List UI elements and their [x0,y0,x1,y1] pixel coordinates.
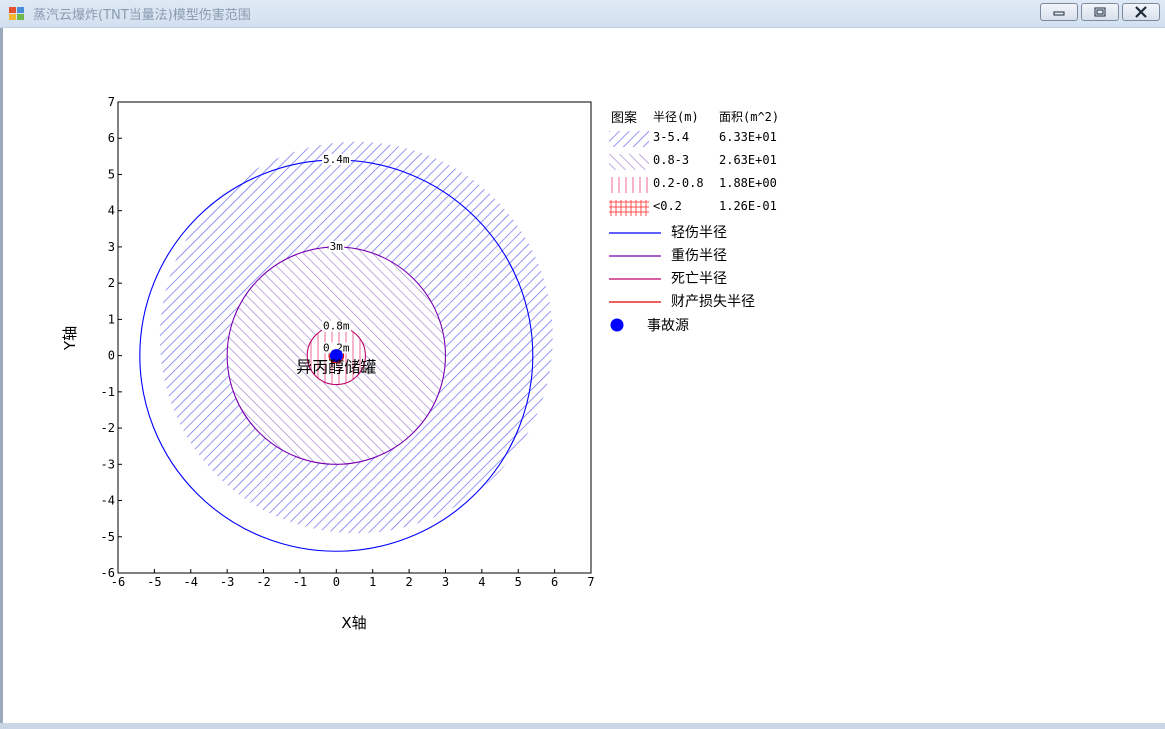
legend-zone-area: 1.26E-01 [719,199,777,213]
source-dot-icon [610,318,624,332]
x-tick-label: -2 [256,575,270,589]
y-tick-label: 0 [108,349,115,363]
y-tick-label: 7 [108,95,115,109]
x-tick-label: 1 [369,575,376,589]
legend-zone-range: 0.8-3 [653,153,690,167]
legend-zone-range: <0.2 [653,199,682,213]
y-tick-label: -3 [101,457,115,471]
y-axis-title: Y轴 [61,326,79,351]
legend-line-swatch [609,232,661,234]
y-tick-label: 6 [108,131,115,145]
x-tick-label: -5 [147,575,161,589]
legend-circle-label: 重伤半径 [671,248,727,264]
y-tick-label: -4 [101,494,115,508]
y-tick-label: 5 [108,167,115,181]
y-tick-label: 4 [108,204,115,218]
legend-source-label: 事故源 [647,318,689,334]
legend-circle-label: 财产损失半径 [671,294,755,310]
legend-zone-area: 1.88E+00 [719,176,777,190]
x-tick-label: -1 [293,575,307,589]
circle-label: 0.8m [323,320,350,333]
legend-line-swatch [609,301,661,303]
legend-back-hatch-swatch [609,154,649,170]
legend-zone-range: 3-5.4 [653,130,690,144]
y-tick-label: -1 [101,385,115,399]
x-tick-label: -4 [184,575,198,589]
x-tick-label: -3 [220,575,234,589]
x-tick-label: 7 [587,575,594,589]
legend-forward-hatch-swatch [609,131,649,147]
legend-circle-label: 死亡半径 [671,271,727,287]
legend-header-radius: 半径(m) [653,110,699,124]
x-tick-label: 4 [478,575,485,589]
x-tick-label: 3 [442,575,449,589]
legend-header-pattern: 图案 [611,111,638,126]
legend-cross-swatch [609,200,649,216]
y-tick-label: -5 [101,530,115,544]
y-tick-label: -6 [101,566,115,580]
damage-range-chart: -6 -5 -4 -3 -2 -1 0 1 2 3 4 5 6 7-6-5-4-3-2-101234567… [61,95,595,632]
legend-line-swatch [609,278,661,280]
legend-circle-label: 轻伤半径 [671,225,727,241]
legend-zone-area: 6.33E+01 [719,130,777,144]
circle-label: 5.4m [323,153,350,166]
legend-zone-range: 0.2-0.8 [653,176,704,190]
legend-vertical-swatch [609,177,649,193]
x-tick-label: 2 [405,575,412,589]
circle-label: 3m [330,240,344,253]
y-tick-label: 1 [108,312,115,326]
x-tick-label: 5 [515,575,522,589]
y-tick-label: 3 [108,240,115,254]
y-tick-label: -2 [101,421,115,435]
x-tick-label: 6 [551,575,558,589]
legend-line-swatch [609,255,661,257]
y-tick-label: 2 [108,276,115,290]
legend-zone-area: 2.63E+01 [719,153,777,167]
hazard-zones [159,141,553,534]
x-tick-label: 0 [333,575,340,589]
legend-header-area: 面积(m^2) [719,110,780,124]
x-axis-title: X轴 [341,614,366,632]
source-label: 异丙醇储罐 [296,358,376,377]
